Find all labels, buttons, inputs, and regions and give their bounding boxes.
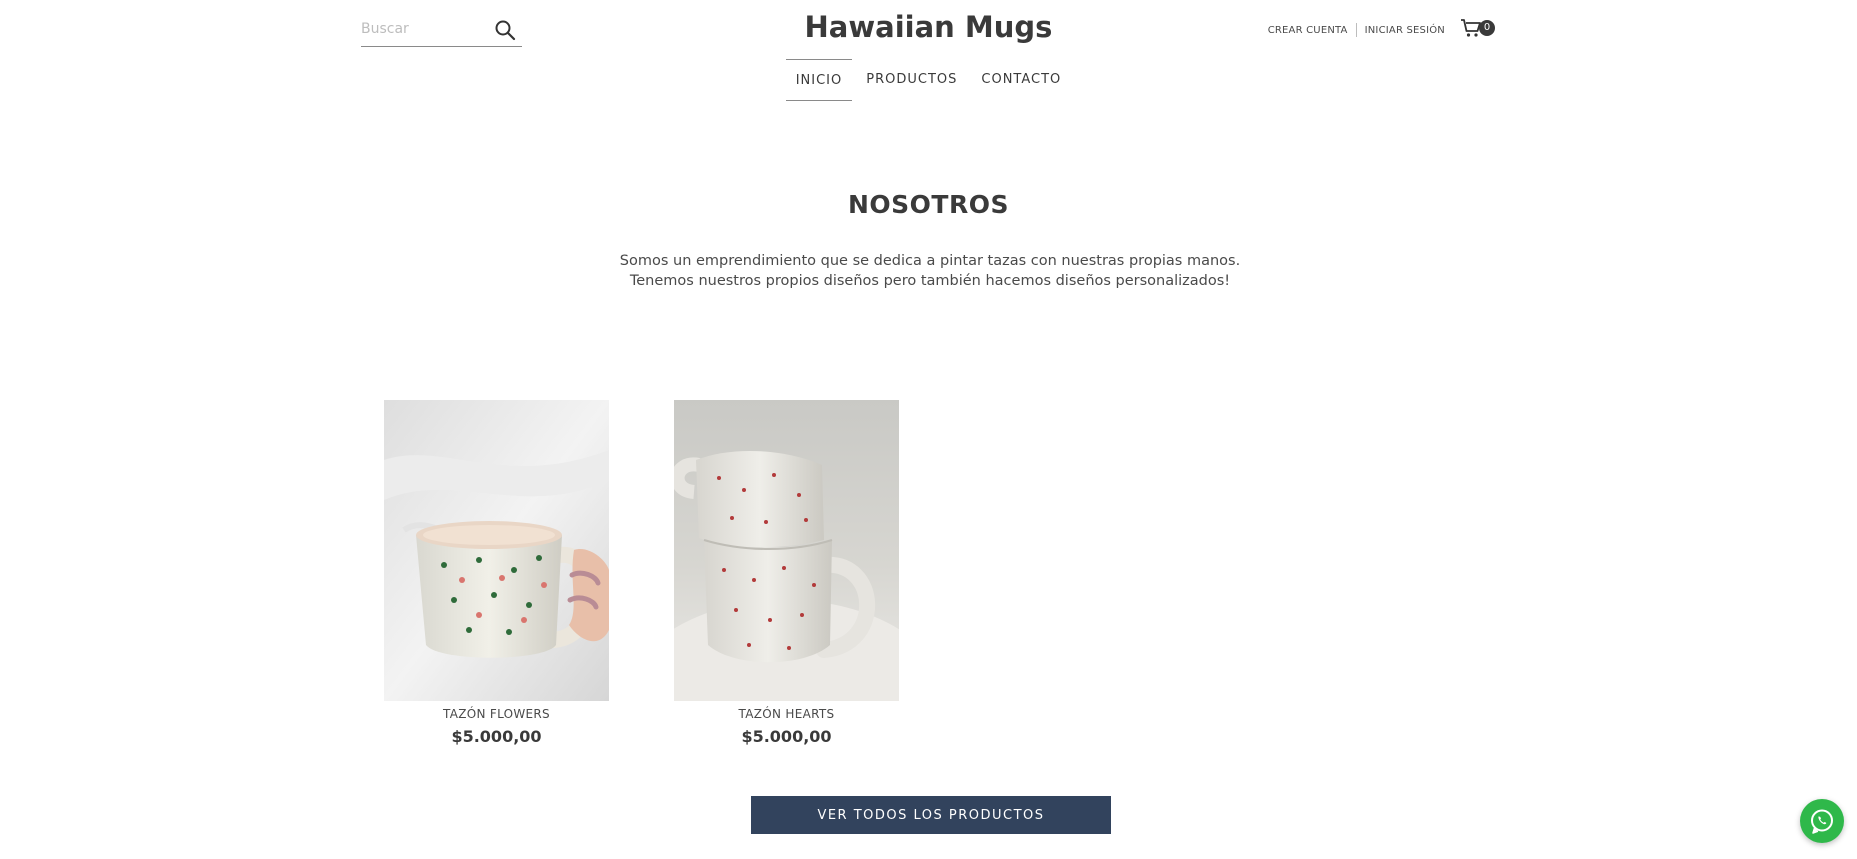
whatsapp-icon [1808,807,1836,839]
search-input[interactable] [361,19,486,39]
product-price: $5.000,00 [741,727,832,746]
nav-item-inicio[interactable]: INICIO [785,59,853,101]
product-image-flowers[interactable] [384,400,609,701]
about-text: Somos un emprendimiento que se dedica a … [619,253,1241,289]
about-title: NOSOTROS [848,190,1009,219]
product-card: TAZÓN HEARTS $5.000,00 [674,400,899,746]
product-price: $5.000,00 [451,727,542,746]
product-name[interactable]: TAZÓN FLOWERS [384,707,609,721]
search-icon[interactable] [494,19,516,41]
whatsapp-button[interactable] [1800,799,1844,843]
create-account-link[interactable]: CREAR CUENTA [1268,25,1348,36]
nav-item-productos[interactable]: PRODUCTOS [856,59,967,101]
product-name[interactable]: TAZÓN HEARTS [674,707,899,721]
product-card: TAZÓN FLOWERS $5.000,00 [384,400,609,746]
brand-logo: Hawaiian Mugs [0,10,1857,44]
login-link[interactable]: INICIAR SESIÓN [1365,25,1445,36]
nav-item-contacto[interactable]: CONTACTO [971,59,1071,101]
search-box [361,14,522,47]
account-links: CREAR CUENTA INICIAR SESIÓN [1268,23,1445,37]
divider [1355,23,1357,37]
view-all-products-button[interactable]: VER TODOS LOS PRODUCTOS [751,796,1111,834]
cart-count-badge: 0 [1479,20,1495,36]
main-nav: INICIO PRODUCTOS CONTACTO [0,59,1857,101]
brand-title[interactable]: Hawaiian Mugs [805,10,1053,44]
cart-button[interactable]: 0 [1460,17,1500,39]
product-image-hearts[interactable] [674,400,899,701]
